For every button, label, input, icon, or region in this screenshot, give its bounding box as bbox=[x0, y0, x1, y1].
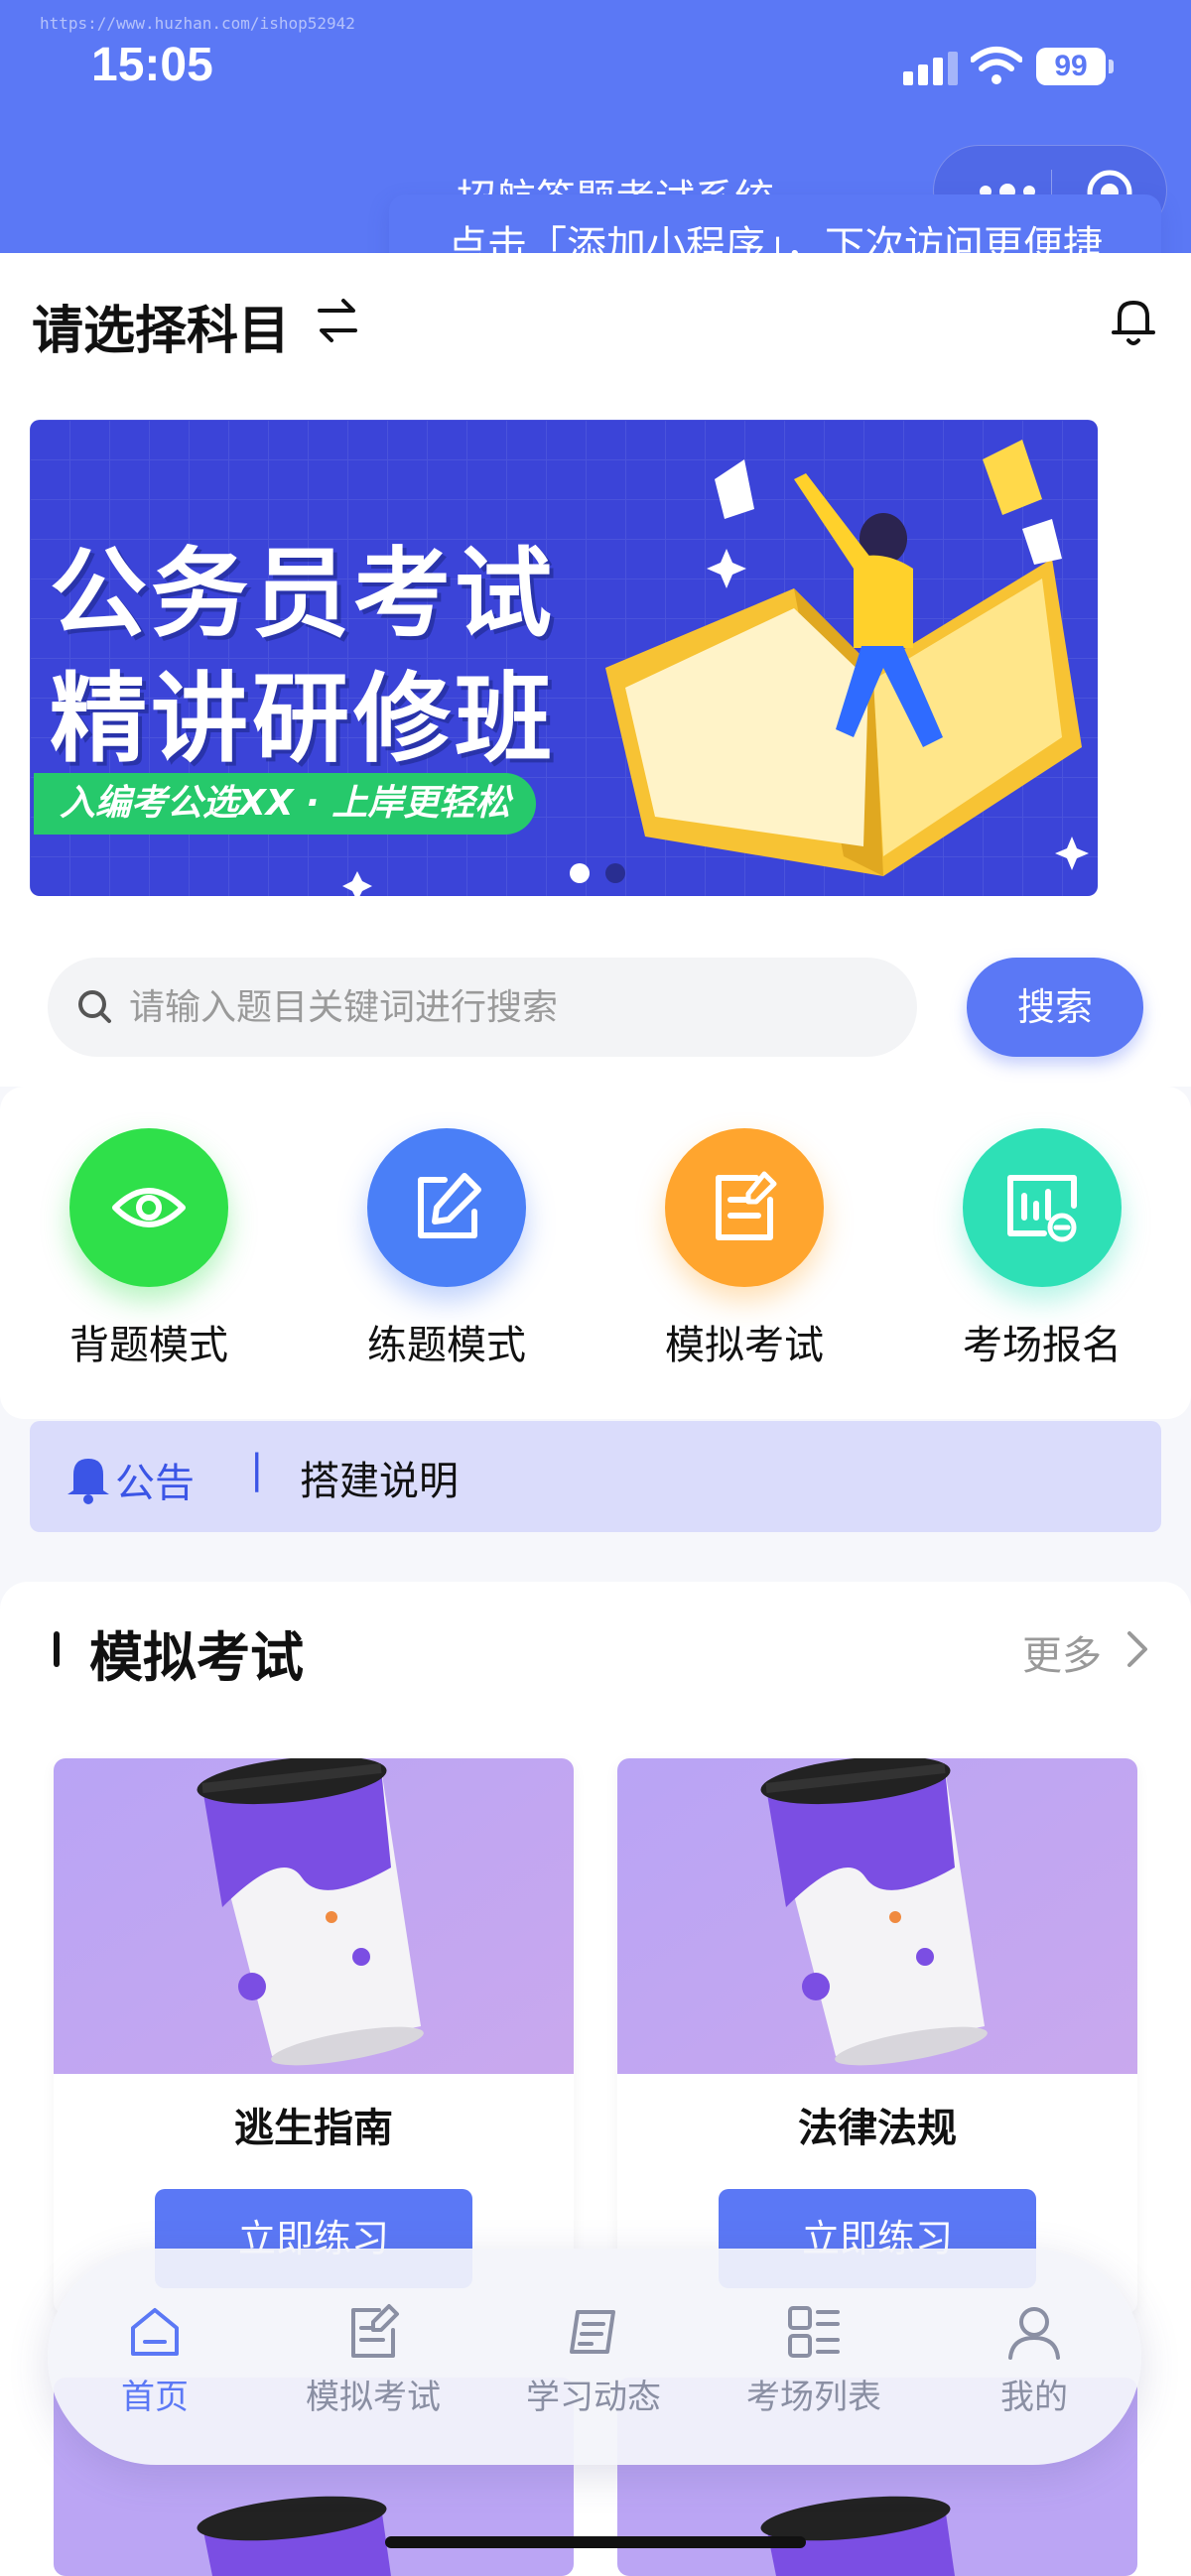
exam-paper-icon bbox=[716, 1171, 777, 1240]
subject-bar: 请选择科目 bbox=[0, 253, 1191, 392]
exam-cover-image bbox=[617, 1758, 1137, 2074]
tab-label: 首页 bbox=[121, 2378, 189, 2417]
quick-entry-register[interactable]: 考场报名 bbox=[923, 1128, 1161, 1386]
tab-profile[interactable]: 我的 bbox=[935, 2302, 1133, 2431]
subject-select-label[interactable]: 请选择科目 bbox=[32, 289, 290, 363]
exam-card-title: 逃生指南 bbox=[234, 2106, 393, 2151]
news-icon bbox=[570, 2310, 615, 2354]
edit-icon bbox=[418, 1173, 481, 1238]
home-indicator bbox=[385, 2536, 806, 2548]
bottom-tab-bar: 首页 模拟考试 学习动态 考场列表 我的 bbox=[48, 2249, 1141, 2465]
banner-headline-1: 公务员考试 bbox=[50, 538, 557, 651]
tab-label: 学习动态 bbox=[526, 2378, 661, 2417]
exam-card-title: 法律法规 bbox=[798, 2106, 957, 2151]
swap-icon[interactable] bbox=[314, 293, 361, 348]
more-link[interactable]: 更多 bbox=[1022, 1623, 1102, 1681]
tab-exam-sites[interactable]: 考场列表 bbox=[715, 2302, 913, 2431]
notice-separator: | bbox=[250, 1447, 264, 1492]
list-grid-icon bbox=[788, 2306, 840, 2358]
exam-cover-image bbox=[54, 1758, 574, 2074]
tab-study-news[interactable]: 学习动态 bbox=[494, 2302, 693, 2431]
banner-headline-2: 精讲研修班 bbox=[50, 663, 557, 776]
chart-board-icon bbox=[1007, 1175, 1077, 1242]
search-button[interactable]: 搜索 bbox=[967, 958, 1143, 1057]
quick-entry-label: 考场报名 bbox=[963, 1323, 1122, 1368]
quick-entry-memorize[interactable]: 背题模式 bbox=[30, 1128, 268, 1386]
section-title-bar bbox=[54, 1631, 60, 1667]
quick-entry-grid: 背题模式 练题模式 模拟考试 考场报名 bbox=[0, 1087, 1191, 1419]
quick-entry-circle bbox=[963, 1128, 1122, 1287]
search-box[interactable] bbox=[48, 958, 917, 1057]
tab-home[interactable]: 首页 bbox=[56, 2302, 254, 2431]
open-book-illustration bbox=[605, 440, 1082, 876]
banner-pagination[interactable] bbox=[566, 858, 635, 888]
quick-entry-circle bbox=[69, 1128, 228, 1287]
search-input[interactable] bbox=[129, 977, 883, 1037]
quick-entry-circle bbox=[665, 1128, 824, 1287]
exam-card[interactable]: 逃生指南 立即练习 bbox=[54, 1758, 574, 2314]
tab-label: 模拟考试 bbox=[306, 2378, 441, 2417]
wifi-icon bbox=[971, 47, 1022, 84]
quick-entry-circle bbox=[367, 1128, 526, 1287]
quick-entry-practice[interactable]: 练题模式 bbox=[328, 1128, 566, 1386]
tab-label: 考场列表 bbox=[746, 2378, 881, 2417]
eye-icon bbox=[112, 1188, 186, 1227]
quick-entry-label: 模拟考试 bbox=[665, 1323, 824, 1368]
watermark-url: https://www.huzhan.com/ishop52942 bbox=[40, 14, 355, 33]
bell-icon[interactable] bbox=[1110, 293, 1157, 348]
notice-bell-icon bbox=[67, 1459, 109, 1504]
quick-entry-mock-exam[interactable]: 模拟考试 bbox=[625, 1128, 863, 1386]
promo-banner[interactable]: 公务员考试 精讲研修班 入编考公选XX · 上岸更轻松 bbox=[30, 420, 1098, 896]
tab-mock-exam[interactable]: 模拟考试 bbox=[274, 2302, 472, 2431]
status-time: 15:05 bbox=[91, 39, 213, 91]
quick-entry-label: 背题模式 bbox=[69, 1323, 228, 1368]
exam-edit-icon bbox=[351, 2304, 399, 2358]
exam-card[interactable]: 法律法规 立即练习 bbox=[617, 1758, 1137, 2314]
notice-text[interactable]: 搭建说明 bbox=[300, 1449, 459, 1506]
quick-entry-label: 练题模式 bbox=[367, 1323, 526, 1368]
chevron-right-icon[interactable] bbox=[1125, 1629, 1149, 1669]
tab-label: 我的 bbox=[1000, 2378, 1068, 2417]
signal-icon bbox=[903, 52, 958, 85]
notice-title: 公告 bbox=[115, 1461, 195, 1506]
search-icon bbox=[78, 990, 111, 1023]
home-icon bbox=[131, 2308, 179, 2356]
search-section: 搜索 bbox=[0, 948, 1191, 1087]
section-title: 模拟考试 bbox=[89, 1626, 304, 1689]
battery-icon: 99 bbox=[1036, 48, 1114, 85]
user-icon bbox=[1008, 2307, 1060, 2360]
notice-bar[interactable]: 公告 | 搭建说明 bbox=[30, 1421, 1161, 1532]
banner-tagline: 入编考公选XX · 上岸更轻松 bbox=[34, 773, 537, 835]
banner-section: 公务员考试 精讲研修班 入编考公选XX · 上岸更轻松 bbox=[0, 392, 1191, 948]
